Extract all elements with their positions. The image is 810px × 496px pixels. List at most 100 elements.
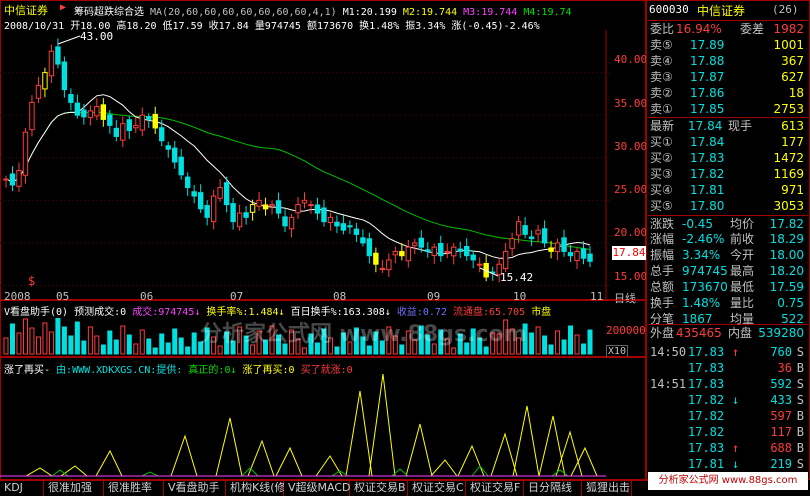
buy-row-2-price: 17.83 xyxy=(690,151,725,165)
volume-bar xyxy=(107,330,113,355)
axis-40: 40.00 xyxy=(614,53,648,66)
buy-row-5-price: 17.80 xyxy=(690,199,725,213)
tab-6[interactable]: 权证交易B xyxy=(350,481,408,496)
tab-2[interactable]: 很准胜率 xyxy=(104,481,164,496)
candle-body xyxy=(457,248,463,252)
volume-bar xyxy=(120,325,126,355)
tick-side: B xyxy=(796,361,804,375)
candlestick-chart[interactable] xyxy=(0,0,612,300)
volume-bar xyxy=(146,338,152,355)
axis-15: 15.00 xyxy=(614,270,648,283)
candle-body xyxy=(165,145,171,150)
buy-row-3: 买③ 17.82 1169 xyxy=(648,166,808,182)
candle-body xyxy=(139,114,145,131)
candle-body xyxy=(464,245,470,257)
volume-bar xyxy=(334,346,340,355)
candle-body xyxy=(425,249,431,252)
candle-body xyxy=(48,50,55,77)
latest-row: 最新 17.84 现手 613 xyxy=(648,117,808,133)
tick-price: 17.82 xyxy=(688,409,725,423)
buy-row-4: 买④ 17.81 971 xyxy=(648,182,808,198)
volume-bar xyxy=(42,322,48,355)
tab-1[interactable]: 很准加强 xyxy=(44,481,104,496)
weibi-value: 16.94% xyxy=(676,22,722,36)
stat-l1: 换手 xyxy=(650,296,675,310)
stat-row: 分笔 1867 均量 522 xyxy=(648,311,808,327)
footer-watermark: 分析家公式网 www.88gs.com xyxy=(648,472,808,490)
tick-vol: 597 xyxy=(770,409,792,423)
candle-body xyxy=(373,252,379,265)
high-marker: 43.00 xyxy=(80,30,114,43)
candle-body xyxy=(87,110,94,118)
candle-body xyxy=(42,72,48,90)
candle-body xyxy=(120,123,126,141)
candle-body xyxy=(405,246,412,262)
ma60-line xyxy=(5,111,591,250)
sell-row-2: 卖② 17.86 18 xyxy=(648,85,808,101)
tick-arrow: ↓ xyxy=(732,393,740,407)
candle-body xyxy=(340,223,347,231)
tick-row: 17.83 36 B xyxy=(648,360,808,376)
candle-body xyxy=(444,250,450,254)
candle-body xyxy=(236,212,243,228)
stat-v2: 18.20 xyxy=(769,264,804,278)
signal-s-icon: $ xyxy=(28,274,36,288)
stat-l1: 涨跌 xyxy=(650,217,675,231)
sell-row-4-label: 卖④ xyxy=(650,54,673,68)
buy-row-3-volume: 1169 xyxy=(773,167,804,181)
predict-vol: 预测成交:0 xyxy=(74,307,127,318)
now-vol-label: 现手 xyxy=(728,119,753,133)
axis-20: 20.00 xyxy=(614,226,648,239)
tab-0[interactable]: KDJ xyxy=(0,481,44,496)
volume-bar xyxy=(561,339,567,355)
candle-body xyxy=(217,187,223,199)
candle-body xyxy=(210,195,217,223)
tick-side: B xyxy=(796,409,804,423)
stat-v2: 17.59 xyxy=(769,280,804,294)
tab-10[interactable]: 狐狸出击 xyxy=(582,481,632,496)
tick-price: 17.83 xyxy=(688,345,725,359)
tab-bar: KDJ 很准加强 很准胜率 V看盘助手 机构K线(修 V超级MACD 权证交易B 权证交易C 权… xyxy=(0,480,648,496)
tick-row: 14:51 17.83 592 S xyxy=(648,376,808,392)
candle-body xyxy=(554,242,561,252)
sell-row-5-label: 卖⑤ xyxy=(650,38,673,52)
candle-body xyxy=(223,182,230,206)
candle-body xyxy=(191,191,197,197)
indicator-lines xyxy=(0,373,606,477)
inner-value: 539280 xyxy=(758,326,804,340)
tab-4[interactable]: 机构K线(修 xyxy=(226,481,286,496)
candle-body xyxy=(94,106,100,117)
low-marker: 15.42 xyxy=(500,271,534,284)
tab-8[interactable]: 权证交易F xyxy=(466,481,524,496)
volume-bar xyxy=(301,347,307,355)
tick-side: B xyxy=(796,441,804,455)
candle-body xyxy=(35,84,42,99)
candle-body xyxy=(580,248,587,259)
buy-row-4-label: 买④ xyxy=(650,183,673,197)
tab-5[interactable]: V超级MACD xyxy=(284,481,351,496)
candle-body xyxy=(522,225,528,235)
volume-bar xyxy=(126,334,132,355)
tick-row: 17.81 ↓ 219 S xyxy=(648,456,808,472)
stat-row: 振幅 3.34% 今开 18.00 xyxy=(648,247,808,263)
candle-body xyxy=(347,225,353,228)
tab-7[interactable]: 权证交易C xyxy=(408,481,466,496)
candle-body xyxy=(275,200,282,214)
ma20-line xyxy=(5,94,591,259)
candle-body xyxy=(133,124,139,129)
candle-body xyxy=(528,236,535,240)
candle-body xyxy=(509,238,515,249)
stat-l1: 分笔 xyxy=(650,312,675,326)
candle-body xyxy=(561,237,567,252)
tab-9[interactable]: 日分隔线 xyxy=(524,481,582,496)
sell-row-4: 卖④ 17.88 367 xyxy=(648,53,808,69)
current-price-tag: 17.84 xyxy=(612,246,646,260)
volume-bar xyxy=(172,328,178,355)
tick-arrow: ↑ xyxy=(732,441,740,455)
tick-vol: 760 xyxy=(770,345,792,359)
candle-body xyxy=(327,216,334,224)
tick-vol: 219 xyxy=(770,457,792,471)
volume-bar xyxy=(178,337,184,355)
tab-3[interactable]: V看盘助手 xyxy=(164,481,226,496)
candle-body xyxy=(379,267,386,270)
